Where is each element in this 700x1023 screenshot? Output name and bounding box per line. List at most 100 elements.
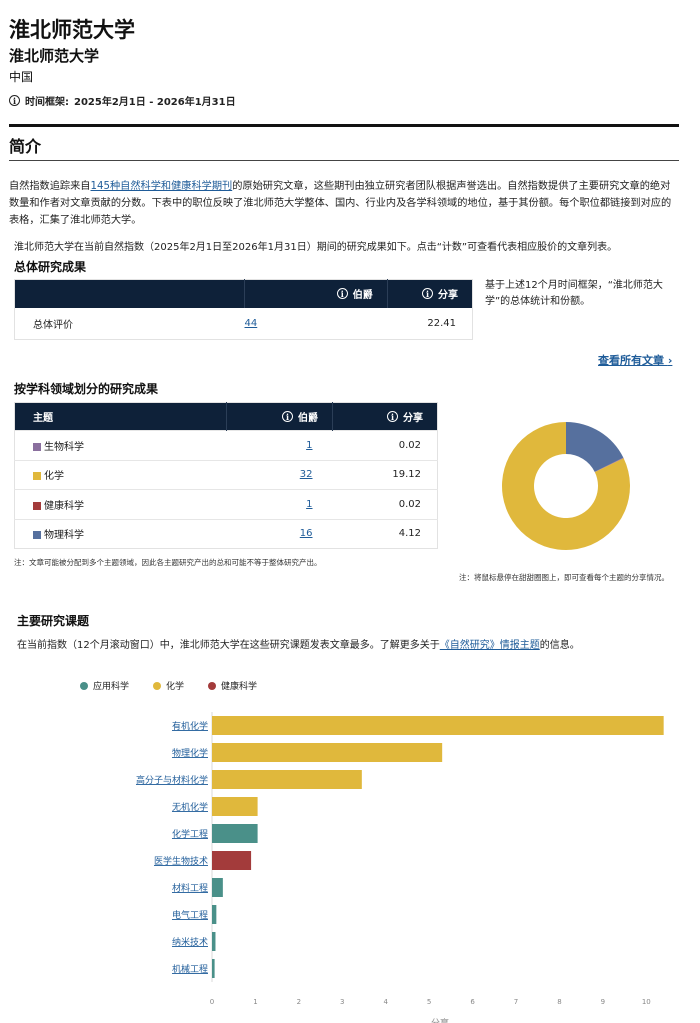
x-axis-label: 分享 bbox=[431, 1017, 449, 1023]
topics-title: 主要研究课题 bbox=[17, 614, 90, 628]
category-label[interactable]: 纳米技术 bbox=[172, 936, 208, 948]
tick-label: 7 bbox=[514, 998, 518, 1006]
tick-label: 9 bbox=[601, 998, 605, 1006]
table-row: 物理科学 16 4.12 bbox=[14, 518, 438, 549]
subject-label: 健康科学 bbox=[44, 500, 84, 512]
category-label[interactable]: 物理化学 bbox=[172, 747, 208, 759]
topics-text: 的信息。 bbox=[539, 640, 580, 651]
bar[interactable] bbox=[212, 743, 443, 762]
table-header: 主题 i 伯爵 i 分享 bbox=[14, 402, 438, 431]
donut-note: 注：将鼠标悬停在甜甜圈图上，即可查看每个主题的分享情况。 bbox=[459, 573, 669, 582]
table-header: i 伯爵 i 分享 bbox=[14, 279, 473, 308]
share-value: 22.41 bbox=[427, 317, 456, 329]
header-share-label: 分享 bbox=[403, 413, 423, 424]
intro-text: 自然指数追踪来自 bbox=[9, 181, 91, 192]
subject-name: 物理科学 bbox=[14, 518, 227, 549]
bar[interactable] bbox=[212, 770, 362, 789]
info-icon[interactable]: i bbox=[9, 95, 20, 106]
count-link[interactable]: 1 bbox=[306, 499, 312, 510]
view-all-label: 查看所有文章 bbox=[598, 354, 664, 367]
header-count[interactable]: i 伯爵 bbox=[244, 279, 388, 308]
overall-title: 总体研究成果 bbox=[14, 260, 87, 274]
category-label[interactable]: 电气工程 bbox=[172, 909, 208, 921]
bar[interactable] bbox=[212, 716, 664, 735]
table-row: 化学 32 19.12 bbox=[14, 459, 438, 490]
table-row: 健康科学 1 0.02 bbox=[14, 489, 438, 519]
subject-label: 物理科学 bbox=[44, 530, 84, 542]
tick-label: 10 bbox=[642, 998, 651, 1006]
header-subject[interactable]: 主题 bbox=[15, 403, 227, 431]
info-icon[interactable]: i bbox=[387, 411, 398, 422]
count-link[interactable]: 44 bbox=[245, 318, 258, 329]
subject-swatch bbox=[33, 531, 41, 540]
subject-note: 注：文章可能被分配到多个主题领域，因此各主题研究产出的总和可能不等于整体研究产出… bbox=[14, 558, 322, 567]
category-label[interactable]: 材料工程 bbox=[172, 882, 208, 894]
intro-summary: 淮北师范大学在当前自然指数（2025年2月1日至2026年1月31日）期间的研究… bbox=[14, 242, 618, 253]
timeframe-value: 2025年2月1日 - 2026年1月31日 bbox=[74, 97, 236, 108]
legend-item[interactable]: 应用科学 bbox=[80, 679, 129, 692]
subject-label: 生物科学 bbox=[44, 441, 84, 453]
bar[interactable] bbox=[212, 851, 252, 870]
header-count-label: 伯爵 bbox=[298, 413, 318, 424]
count-link[interactable]: 32 bbox=[300, 469, 313, 480]
journals-link[interactable]: 145种自然科学和健康科学期刊 bbox=[91, 181, 233, 192]
legend-dot bbox=[80, 681, 88, 690]
subject-table: 主题 i 伯爵 i 分享 生物科学 1 0.02 化学 32 19.12 健康科学 1 0.02 物理… bbox=[14, 402, 438, 549]
intro-heading: 简介 bbox=[9, 137, 42, 156]
topics-description: 在当前指数（12个月滚动窗口）中，淮北师范大学在这些研究课题发表文章最多。了解更… bbox=[17, 636, 580, 651]
tick-label: 1 bbox=[253, 998, 257, 1006]
category-label[interactable]: 有机化学 bbox=[172, 720, 208, 732]
topics-text: 在当前指数（12个月滚动窗口）中，淮北师范大学在这些研究课题发表文章最多。了解更… bbox=[17, 640, 440, 651]
count-link[interactable]: 1 bbox=[306, 440, 312, 451]
subject-donut-chart[interactable] bbox=[500, 420, 632, 552]
info-icon[interactable]: i bbox=[422, 288, 433, 300]
overall-note: 基于上述12个月时间框架，“淮北师范大学”的总体统计和份额。 bbox=[485, 280, 663, 307]
bar[interactable] bbox=[212, 797, 258, 816]
header-count-label: 伯爵 bbox=[352, 290, 373, 302]
tick-label: 3 bbox=[340, 998, 344, 1006]
legend-label: 应用科学 bbox=[93, 682, 130, 692]
category-label[interactable]: 医学生物技术 bbox=[154, 855, 208, 867]
legend-item[interactable]: 健康科学 bbox=[208, 679, 257, 692]
header-share[interactable]: i 分享 bbox=[386, 279, 473, 308]
timeframe-label: 时间框架: bbox=[25, 97, 69, 108]
timeframe: i 时间框架: 2025年2月1日 - 2026年1月31日 bbox=[9, 93, 236, 108]
share-value: 0.02 bbox=[332, 489, 438, 519]
bar[interactable] bbox=[212, 905, 217, 924]
view-all-articles-link[interactable]: 查看所有文章 › bbox=[598, 352, 672, 368]
category-label[interactable]: 高分子与材料化学 bbox=[136, 774, 208, 786]
divider bbox=[9, 124, 679, 127]
subject-swatch bbox=[33, 501, 41, 510]
subject-swatch bbox=[33, 442, 41, 451]
header-count[interactable]: i 伯爵 bbox=[226, 402, 333, 431]
institution-title: 淮北师范大学 bbox=[9, 17, 135, 42]
table-row: 生物科学 1 0.02 bbox=[14, 430, 438, 460]
category-label[interactable]: 化学工程 bbox=[172, 828, 208, 840]
topics-link[interactable]: 《自然研究》情报主题 bbox=[440, 640, 540, 651]
share-value: 4.12 bbox=[332, 518, 438, 549]
bar[interactable] bbox=[212, 959, 215, 978]
table-row: 总体评价 44 22.41 bbox=[15, 308, 473, 340]
category-label[interactable]: 机械工程 bbox=[172, 963, 208, 975]
legend-dot bbox=[153, 681, 162, 690]
count-link[interactable]: 16 bbox=[300, 528, 313, 539]
subject-swatch bbox=[33, 472, 41, 481]
share-value: 0.02 bbox=[332, 430, 438, 460]
tick-label: 5 bbox=[427, 998, 431, 1006]
legend-item[interactable]: 化学 bbox=[153, 679, 184, 692]
info-icon[interactable]: i bbox=[282, 411, 293, 422]
institution-country: 中国 bbox=[9, 70, 34, 84]
chart-legend: 应用科学 化学 健康科学 bbox=[80, 679, 257, 692]
info-icon[interactable]: i bbox=[336, 288, 348, 300]
intro-paragraph: 自然指数追踪来自145种自然科学和健康科学期刊的原始研究文章，这些期刊由独立研究… bbox=[9, 178, 679, 229]
tick-label: 8 bbox=[557, 998, 561, 1006]
subjects-title: 按学科领域划分的研究成果 bbox=[14, 382, 159, 396]
divider bbox=[9, 160, 679, 161]
header-share[interactable]: i 分享 bbox=[332, 402, 438, 431]
legend-label: 化学 bbox=[166, 682, 185, 692]
overall-table: i 伯爵 i 分享 总体评价 44 22.41 bbox=[14, 279, 473, 340]
category-label[interactable]: 无机化学 bbox=[172, 801, 208, 813]
bar[interactable] bbox=[212, 824, 258, 843]
bar[interactable] bbox=[212, 878, 223, 897]
bar[interactable] bbox=[212, 932, 216, 951]
